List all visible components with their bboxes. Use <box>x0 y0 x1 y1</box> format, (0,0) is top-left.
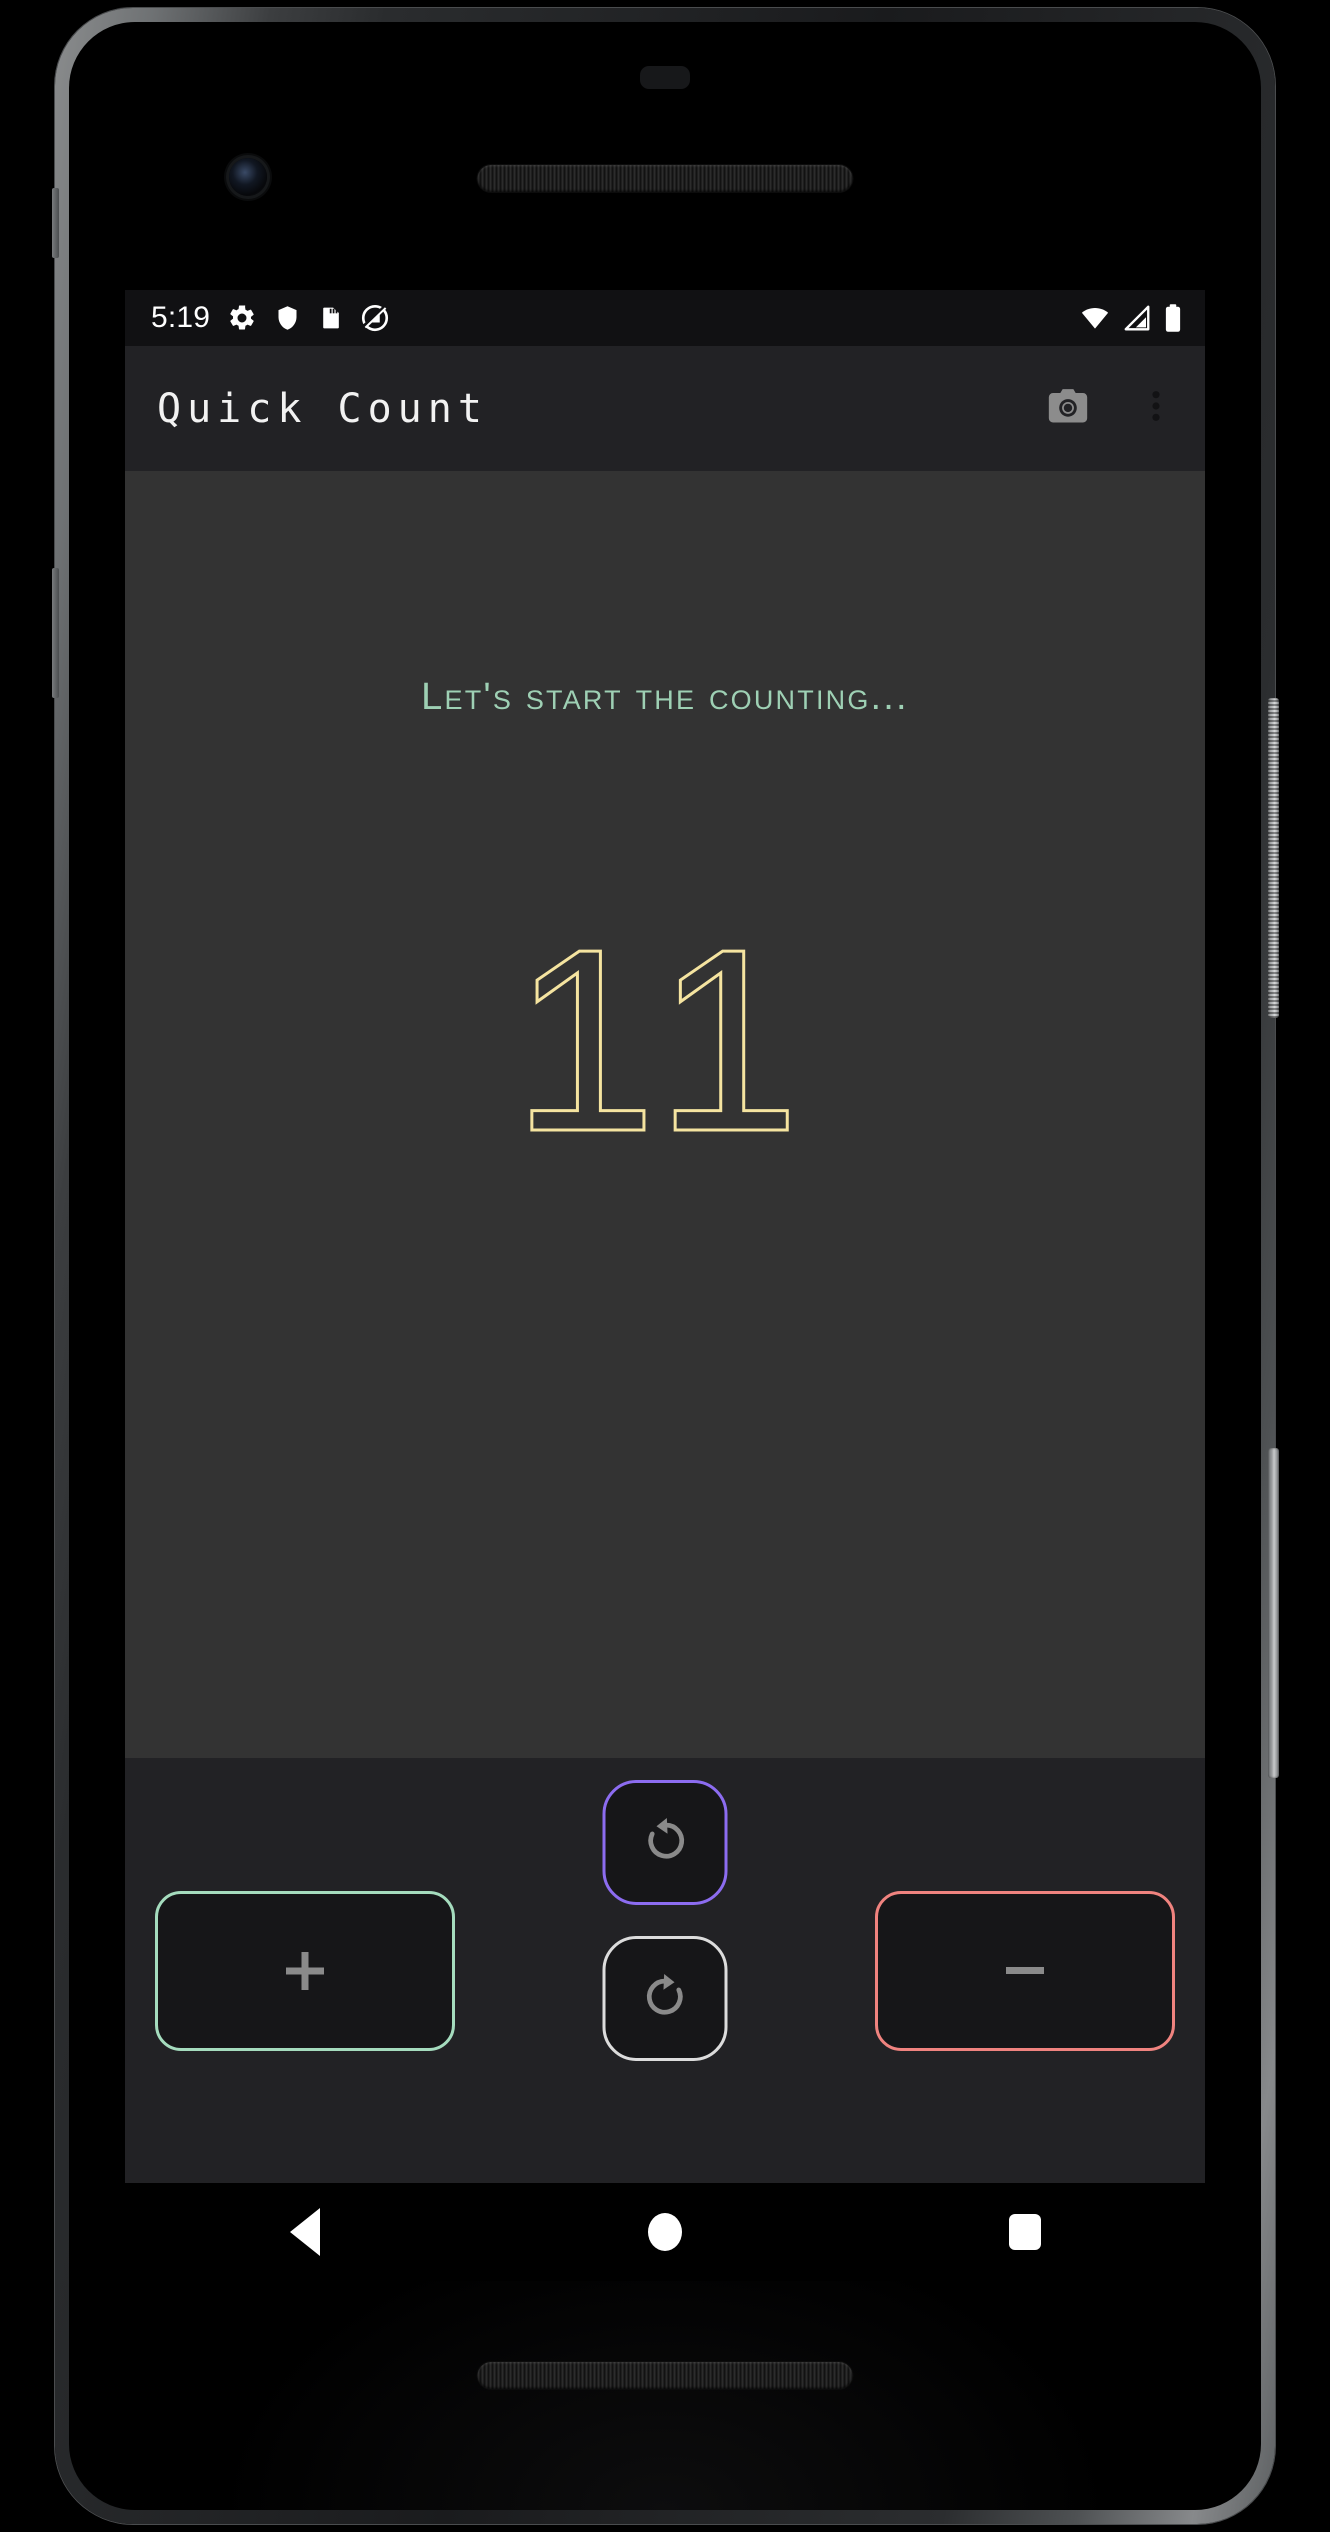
recents-square-icon <box>1009 2214 1041 2250</box>
redo-button[interactable] <box>602 1936 728 2061</box>
frame-antenna-seam-mid <box>52 568 59 698</box>
camera-button[interactable] <box>1037 378 1099 440</box>
overflow-menu-button[interactable] <box>1125 378 1187 440</box>
status-bar-left-group: 5:19 <box>151 301 390 335</box>
battery-icon <box>1163 303 1183 333</box>
counter-value: 11 <box>511 896 818 1186</box>
button-panel <box>125 1758 1205 2183</box>
more-vertical-icon <box>1136 386 1176 431</box>
minus-icon <box>1006 1967 1044 1974</box>
decrement-button[interactable] <box>875 1890 1175 2051</box>
nav-recents-button[interactable] <box>950 2183 1100 2281</box>
power-button[interactable] <box>1268 698 1279 1018</box>
plus-icon <box>286 1951 324 1990</box>
cellular-signal-icon <box>1122 303 1152 333</box>
page-title: Quick Count <box>157 385 488 432</box>
increment-button[interactable] <box>155 1890 455 2051</box>
nav-home-button[interactable] <box>590 2183 740 2281</box>
front-camera-icon <box>229 158 267 196</box>
app-bar-actions <box>1037 378 1187 440</box>
nav-back-button[interactable] <box>230 2183 380 2281</box>
sd-card-icon <box>318 303 343 333</box>
status-bar-right-group <box>1079 303 1183 333</box>
headline-text: Let's start the counting... <box>421 676 909 718</box>
volume-rocker[interactable] <box>1268 1448 1279 1778</box>
wifi-icon <box>1079 303 1111 333</box>
android-nav-bar <box>125 2183 1205 2281</box>
earpiece-speaker-grille <box>477 165 853 192</box>
frame-antenna-seam-top <box>52 188 59 258</box>
main-content: Let's start the counting... 11 <box>125 471 1205 1758</box>
home-circle-icon <box>648 2213 682 2251</box>
app-bar: Quick Count <box>125 346 1205 471</box>
top-sensor-notch <box>640 66 690 89</box>
bottom-speaker-grille <box>477 2362 853 2389</box>
redo-rotate-right-icon <box>638 1969 692 2028</box>
shield-icon <box>274 303 301 333</box>
settings-gear-icon <box>227 303 257 333</box>
phone-screen: 5:19 Quick Count Let's start the countin… <box>125 290 1205 2183</box>
status-clock: 5:19 <box>151 301 211 334</box>
camera-icon <box>1045 383 1091 434</box>
counter-display: 11 <box>125 896 1205 1186</box>
undo-rotate-left-icon <box>638 1813 692 1872</box>
status-bar: 5:19 <box>125 290 1205 346</box>
undo-button[interactable] <box>602 1780 728 1905</box>
android-q-logo-icon <box>360 303 390 333</box>
back-triangle-icon <box>290 2208 320 2256</box>
